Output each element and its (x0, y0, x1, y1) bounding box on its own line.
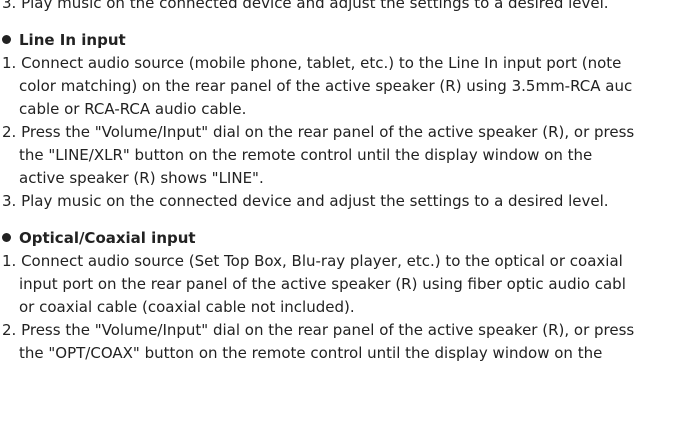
section-line-in: Line In input 1. Connect audio source (m… (0, 29, 675, 213)
section-optical-coaxial: Optical/Coaxial input 1. Connect audio s… (0, 227, 675, 365)
list-item-line: 2. Press the "Volume/Input" dial on the … (2, 321, 635, 339)
list-item-line: 2. Press the "Volume/Input" dial on the … (2, 123, 635, 141)
list-item: 1. Connect audio source (Set Top Box, Bl… (0, 250, 675, 319)
list-item-line: 3. Play music on the connected device an… (2, 192, 609, 210)
manual-page: 3. Play music on the connected device an… (0, 0, 675, 365)
list-item-line: cable or RCA-RCA audio cable. (19, 100, 247, 118)
list-item-line: input port on the rear panel of the acti… (19, 275, 626, 293)
list-item: 1. Connect audio source (mobile phone, t… (0, 52, 675, 121)
section-heading: Line In input (0, 29, 675, 52)
list-item: 2. Press the "Volume/Input" dial on the … (0, 121, 675, 190)
section-heading: Optical/Coaxial input (0, 227, 675, 250)
list-item-line: 1. Connect audio source (mobile phone, t… (2, 54, 622, 72)
list-item-line: active speaker (R) shows "LINE". (19, 169, 264, 187)
list-item: 3. Play music on the connected device an… (0, 190, 675, 213)
section-heading-text: Line In input (19, 31, 126, 49)
list-item-line: color matching) on the rear panel of the… (19, 77, 633, 95)
bullet-icon (2, 35, 11, 44)
list-item: 2. Press the "Volume/Input" dial on the … (0, 319, 675, 365)
list-item-line: 1. Connect audio source (Set Top Box, Bl… (2, 252, 623, 270)
intro-step-3: 3. Play music on the connected device an… (2, 0, 609, 12)
section-heading-text: Optical/Coaxial input (19, 229, 196, 247)
list-item-line: the "OPT/COAX" button on the remote cont… (19, 344, 603, 362)
list-item-line: the "LINE/XLR" button on the remote cont… (19, 146, 593, 164)
list-item-line: or coaxial cable (coaxial cable not incl… (19, 298, 355, 316)
bullet-icon (2, 233, 11, 242)
